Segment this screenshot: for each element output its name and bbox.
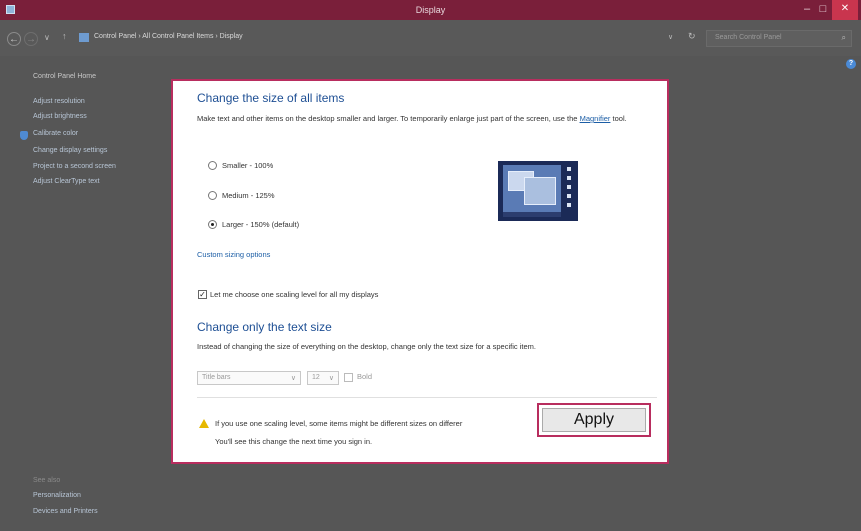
sidebar-item-devices-printers[interactable]: Devices and Printers	[33, 508, 98, 515]
custom-sizing-options-link[interactable]: Custom sizing options	[197, 250, 270, 259]
sidebar-item-change-display-settings[interactable]: Change display settings	[33, 147, 107, 154]
close-button[interactable]: ✕	[832, 0, 858, 20]
warning-text-line2: You'll see this change the next time you…	[215, 437, 373, 446]
radio-smaller[interactable]	[208, 161, 217, 170]
apply-highlight: Apply	[537, 403, 651, 437]
chevron-down-icon: ∨	[328, 375, 334, 382]
forward-button[interactable]: →	[24, 32, 38, 46]
preview-sidebar	[567, 167, 573, 211]
window-title: Display	[415, 5, 446, 15]
refresh-button[interactable]: ↻	[688, 31, 696, 42]
recent-pages-chevron-icon[interactable]: ∨	[44, 33, 50, 42]
chevron-down-icon: ∨	[290, 375, 296, 382]
radio-larger[interactable]	[208, 220, 217, 229]
bold-label[interactable]: Bold	[357, 372, 372, 381]
single-scaling-label[interactable]: Let me choose one scaling level for all …	[210, 290, 378, 299]
help-icon[interactable]: ?	[846, 59, 856, 69]
radio-label-smaller[interactable]: Smaller - 100%	[222, 161, 273, 170]
preview-taskbar	[503, 212, 561, 217]
sidebar-control-panel-home[interactable]: Control Panel Home	[33, 73, 96, 80]
section-heading-text-size: Change only the text size	[197, 320, 332, 334]
control-panel-icon	[79, 33, 89, 42]
single-scaling-checkbox[interactable]: ✓	[198, 290, 207, 299]
item-select[interactable]: Title bars ∨	[197, 371, 301, 385]
radio-label-medium[interactable]: Medium - 125%	[222, 191, 275, 200]
preview-dot	[567, 194, 571, 198]
search-icon[interactable]: ⌕	[842, 33, 846, 43]
up-button[interactable]: ↑	[62, 31, 67, 41]
back-button[interactable]: ←	[7, 32, 21, 46]
radio-label-larger[interactable]: Larger - 150% (default)	[222, 220, 299, 229]
scaling-preview-image	[498, 161, 578, 221]
address-bar: ← → ∨ ↑ Control Panel › All Control Pane…	[0, 20, 861, 56]
preview-dot	[567, 185, 571, 189]
item-select-value: Title bars	[202, 374, 231, 381]
breadcrumb-path[interactable]: Control Panel › All Control Panel Items …	[94, 33, 243, 40]
bold-checkbox[interactable]	[344, 373, 353, 382]
maximize-button[interactable]: □	[814, 0, 832, 20]
title-bar[interactable]: Display – □ ✕	[0, 0, 861, 20]
sidebar-item-project-second-screen[interactable]: Project to a second screen	[33, 163, 116, 170]
see-also-heading: See also	[33, 477, 61, 484]
sidebar-item-calibrate-color[interactable]: Calibrate color	[33, 130, 78, 137]
radio-medium[interactable]	[208, 191, 217, 200]
sidebar-item-adjust-resolution[interactable]: Adjust resolution	[33, 98, 85, 105]
description-tail: tool.	[610, 114, 627, 123]
breadcrumb[interactable]: Control Panel › All Control Panel Items …	[94, 30, 674, 47]
divider	[197, 397, 657, 398]
warning-text-line1: If you use one scaling level, some items…	[215, 419, 463, 428]
search-placeholder: Search Control Panel	[715, 34, 782, 41]
preview-dot	[567, 167, 571, 171]
section-heading-all-items: Change the size of all items	[197, 91, 345, 105]
shield-icon	[20, 131, 28, 140]
size-select-value: 12	[312, 374, 320, 381]
search-input[interactable]: Search Control Panel ⌕	[706, 30, 852, 47]
warning-icon	[199, 419, 209, 428]
apply-button[interactable]: Apply	[542, 408, 646, 432]
description-text: Make text and other items on the desktop…	[197, 114, 580, 123]
preview-dot	[567, 203, 571, 207]
preview-dot	[567, 176, 571, 180]
section-description: Make text and other items on the desktop…	[197, 113, 657, 124]
address-dropdown-icon[interactable]: ∨	[668, 33, 673, 41]
preview-window-front	[524, 177, 556, 205]
sidebar-item-adjust-brightness[interactable]: Adjust brightness	[33, 113, 87, 120]
magnifier-link[interactable]: Magnifier	[580, 114, 611, 123]
text-size-description: Instead of changing the size of everythi…	[197, 342, 536, 351]
sidebar-item-adjust-cleartype[interactable]: Adjust ClearType text	[33, 178, 100, 185]
sidebar-item-personalization[interactable]: Personalization	[33, 492, 81, 499]
size-select[interactable]: 12 ∨	[307, 371, 339, 385]
display-window: Display – □ ✕ ← → ∨ ↑ Control Panel › Al…	[0, 0, 861, 531]
